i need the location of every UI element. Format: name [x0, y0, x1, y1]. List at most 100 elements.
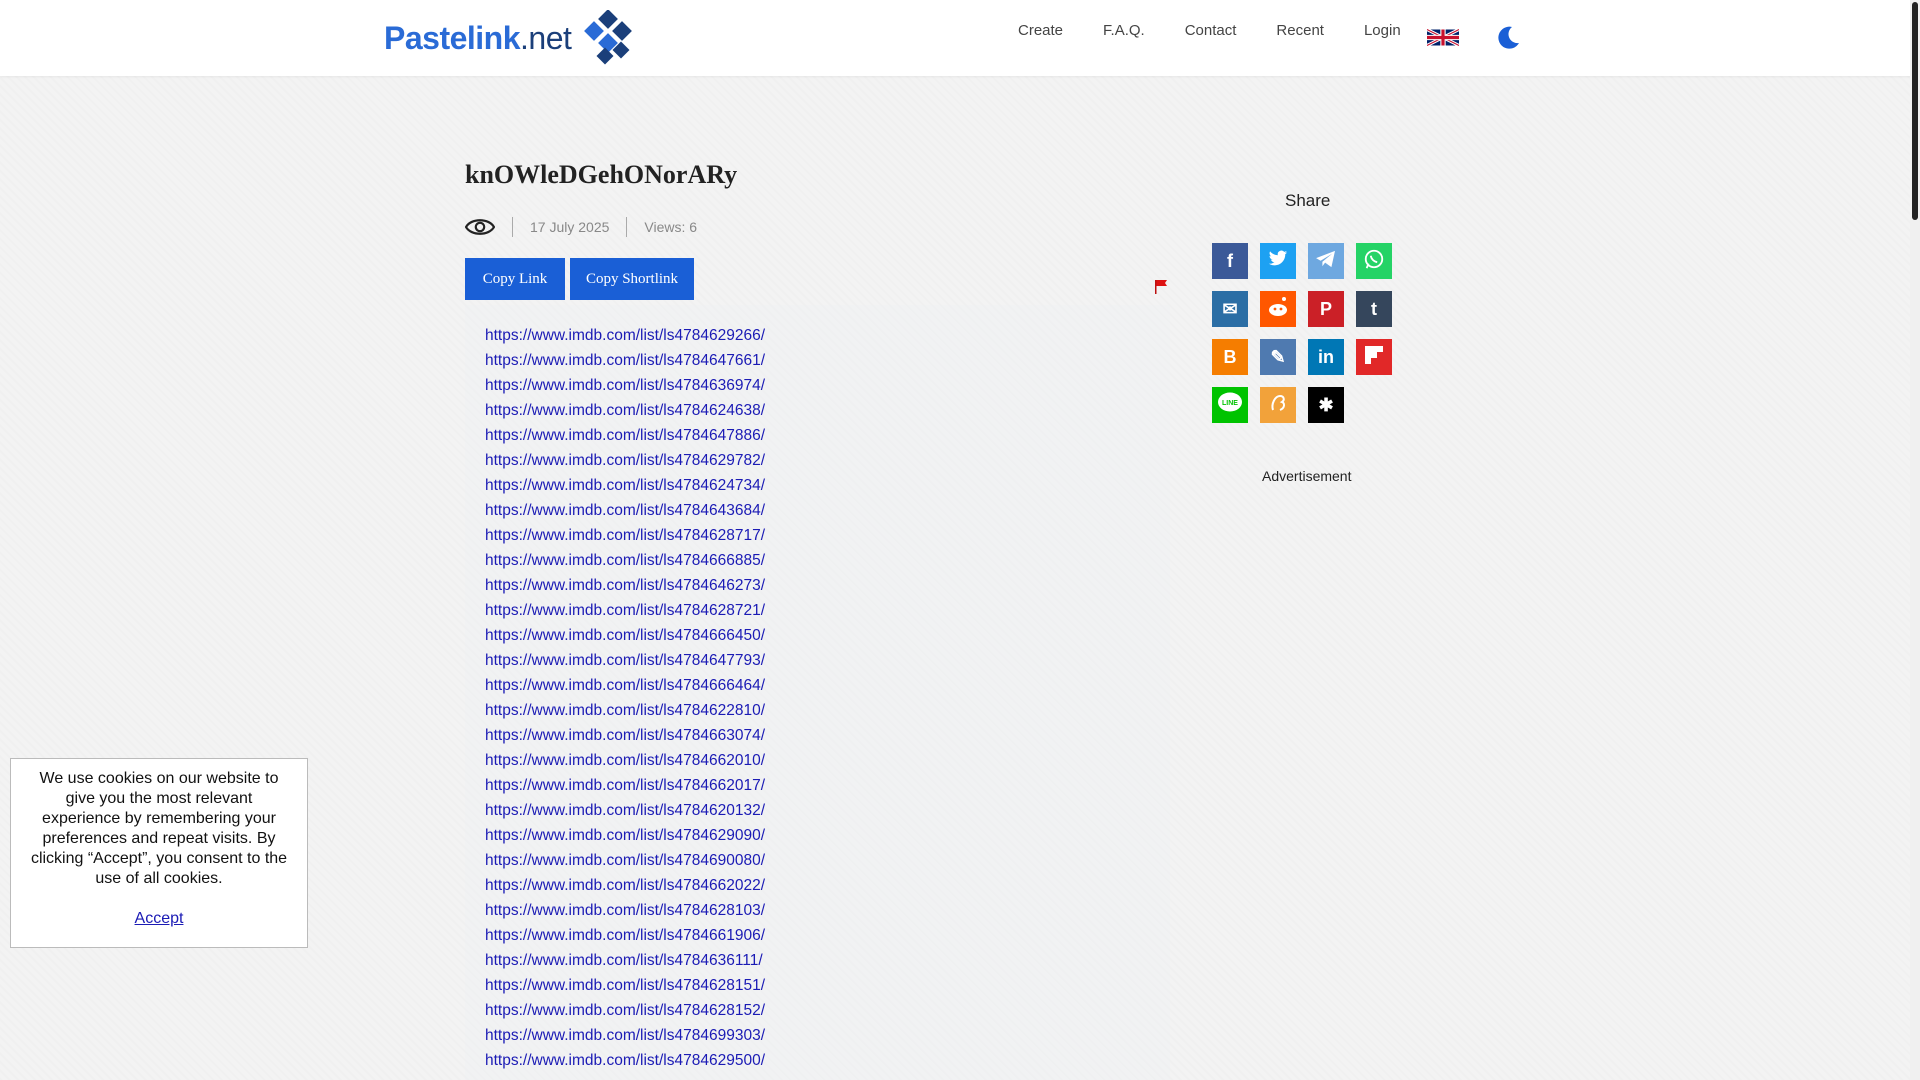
paste-link[interactable]: https://www.imdb.com/list/ls4784647793/	[485, 652, 765, 669]
paste-link[interactable]: https://www.imdb.com/list/ls4784622810/	[485, 702, 765, 719]
paste-link[interactable]: https://www.imdb.com/list/ls4784699303/	[485, 1027, 765, 1044]
list-item: https://www.imdb.com/list/ls4784628717/	[485, 525, 765, 550]
paste-link[interactable]: https://www.imdb.com/list/ls4784690080/	[485, 852, 765, 869]
cookie-text: We use cookies on our website to give yo…	[30, 770, 288, 887]
paste-link[interactable]: https://www.imdb.com/list/ls4784629090/	[485, 827, 765, 844]
paste-link[interactable]: https://www.imdb.com/list/ls4784629266/	[485, 327, 765, 344]
share-whatsapp-button[interactable]	[1356, 243, 1392, 279]
telegram-icon	[1315, 250, 1337, 273]
paste-link[interactable]: https://www.imdb.com/list/ls4784666450/	[485, 627, 765, 644]
paste-link[interactable]: https://www.imdb.com/list/ls4784624734/	[485, 477, 765, 494]
uk-flag-icon[interactable]	[1427, 29, 1459, 46]
paste-link[interactable]: https://www.imdb.com/list/ls4784643684/	[485, 502, 765, 519]
paste-link[interactable]: https://www.imdb.com/list/ls4784636974/	[485, 377, 765, 394]
paste-meta: 17 July 2025 Views: 6	[465, 213, 697, 241]
odnoklassniki-icon	[1267, 392, 1289, 419]
list-item: https://www.imdb.com/list/ls4784636974/	[485, 375, 765, 400]
list-item: https://www.imdb.com/list/ls4784663074/	[485, 725, 765, 750]
share-blogger-button[interactable]: B	[1212, 339, 1248, 375]
paste-link[interactable]: https://www.imdb.com/list/ls4784628152/	[485, 1002, 765, 1019]
paste-date: 17 July 2025	[530, 219, 610, 235]
share-line-button[interactable]: LINE	[1212, 387, 1248, 423]
meta-divider	[512, 217, 513, 237]
site-header: Pastelink.net Create F.A.Q. Contact Rece…	[0, 0, 1920, 76]
list-item: https://www.imdb.com/list/ls4784622810/	[485, 700, 765, 725]
twitter-icon	[1268, 250, 1288, 273]
share-buttons: f ✉ Pt B ✎ in LINE ✱	[1212, 243, 1412, 423]
paste-link[interactable]: https://www.imdb.com/list/ls4784663074/	[485, 727, 765, 744]
list-item: https://www.imdb.com/list/ls4784643684/	[485, 500, 765, 525]
nav-create[interactable]: Create	[1018, 22, 1063, 39]
paste-link[interactable]: https://www.imdb.com/list/ls4784628721/	[485, 602, 765, 619]
blogger-icon: B	[1223, 346, 1237, 367]
share-telegram-button[interactable]	[1308, 243, 1344, 279]
paste-link[interactable]: https://www.imdb.com/list/ls4784647886/	[485, 427, 765, 444]
paste-link[interactable]: https://www.imdb.com/list/ls4784628151/	[485, 977, 765, 994]
share-flipboard-button[interactable]	[1356, 339, 1392, 375]
paste-link[interactable]: https://www.imdb.com/list/ls4784662010/	[485, 752, 765, 769]
list-item: https://www.imdb.com/list/ls4784699303/	[485, 1025, 765, 1050]
share-pinterest-button[interactable]: P	[1308, 291, 1344, 327]
paste-link[interactable]: https://www.imdb.com/list/ls4784624638/	[485, 402, 765, 419]
cookie-banner: We use cookies on our website to give yo…	[10, 758, 308, 948]
list-item: https://www.imdb.com/list/ls4784628151/	[485, 975, 765, 1000]
copy-shortlink-button[interactable]: Copy Shortlink	[570, 258, 694, 300]
moon-icon[interactable]	[1495, 25, 1521, 51]
paste-link[interactable]: https://www.imdb.com/list/ls4784666885/	[485, 552, 765, 569]
flipboard-icon	[1363, 344, 1385, 371]
share-reddit-button[interactable]	[1260, 291, 1296, 327]
paste-link[interactable]: https://www.imdb.com/list/ls4784666464/	[485, 677, 765, 694]
nav-recent[interactable]: Recent	[1276, 22, 1324, 39]
list-item: https://www.imdb.com/list/ls4784661906/	[485, 925, 765, 950]
list-item: https://www.imdb.com/list/ls4784662017/	[485, 775, 765, 800]
list-item: https://www.imdb.com/list/ls4784620132/	[485, 800, 765, 825]
paste-link[interactable]: https://www.imdb.com/list/ls4784646273/	[485, 577, 765, 594]
red-flag-icon[interactable]	[1154, 279, 1168, 295]
list-item: https://www.imdb.com/list/ls4784647793/	[485, 650, 765, 675]
nav-contact[interactable]: Contact	[1185, 22, 1237, 39]
site-logo[interactable]: Pastelink.net	[384, 8, 637, 68]
share-email-button[interactable]: ✉	[1212, 291, 1248, 327]
paste-link[interactable]: https://www.imdb.com/list/ls4784636111/	[485, 952, 763, 969]
meta-divider	[626, 217, 628, 237]
paste-link[interactable]: https://www.imdb.com/list/ls4784620132/	[485, 802, 765, 819]
scrollbar-thumb[interactable]	[1912, 2, 1918, 220]
list-item: https://www.imdb.com/list/ls4784636111/	[485, 950, 765, 975]
list-item: https://www.imdb.com/list/ls4784690080/	[485, 850, 765, 875]
list-item: https://www.imdb.com/list/ls4784628721/	[485, 600, 765, 625]
cookie-accept-link[interactable]: Accept	[135, 909, 184, 929]
share-facebook-button[interactable]: f	[1212, 243, 1248, 279]
list-item: https://www.imdb.com/list/ls4784629090/	[485, 825, 765, 850]
paste-link[interactable]: https://www.imdb.com/list/ls4784662017/	[485, 777, 765, 794]
list-item: https://www.imdb.com/list/ls4784624638/	[485, 400, 765, 425]
nav-faq[interactable]: F.A.Q.	[1103, 22, 1145, 39]
nav-login[interactable]: Login	[1364, 22, 1401, 39]
paste-link[interactable]: https://www.imdb.com/list/ls4784662022/	[485, 877, 765, 894]
whatsapp-icon	[1363, 248, 1385, 275]
paste-link[interactable]: https://www.imdb.com/list/ls4784647661/	[485, 352, 765, 369]
share-twitter-button[interactable]	[1260, 243, 1296, 279]
share-livejournal-button[interactable]: ✎	[1260, 339, 1296, 375]
paste-link[interactable]: https://www.imdb.com/list/ls4784629782/	[485, 452, 765, 469]
list-item: https://www.imdb.com/list/ls4784662022/	[485, 875, 765, 900]
share-linkedin-button[interactable]: in	[1308, 339, 1344, 375]
list-item: https://www.imdb.com/list/ls4784662010/	[485, 750, 765, 775]
paste-link[interactable]: https://www.imdb.com/list/ls4784628717/	[485, 527, 765, 544]
paste-link[interactable]: https://www.imdb.com/list/ls4784629500/	[485, 1052, 765, 1069]
eye-icon	[465, 219, 495, 235]
share-livejournal-star-button[interactable]: ✱	[1308, 387, 1344, 423]
asterisk-icon: ✱	[1318, 394, 1334, 415]
share-ok-button[interactable]	[1260, 387, 1296, 423]
paste-link-list: https://www.imdb.com/list/ls4784629266/h…	[485, 325, 765, 1075]
svg-text:LINE: LINE	[1222, 400, 1238, 407]
line-icon: LINE	[1216, 391, 1244, 420]
copy-link-button[interactable]: Copy Link	[465, 258, 565, 300]
share-tumblr-button[interactable]: t	[1356, 291, 1392, 327]
paste-link[interactable]: https://www.imdb.com/list/ls4784661906/	[485, 927, 765, 944]
logo-text: Pastelink.net	[384, 19, 572, 56]
list-item: https://www.imdb.com/list/ls4784647661/	[485, 350, 765, 375]
linkedin-icon: in	[1318, 346, 1334, 367]
list-item: https://www.imdb.com/list/ls4784629500/	[485, 1050, 765, 1075]
paste-link[interactable]: https://www.imdb.com/list/ls4784628103/	[485, 902, 765, 919]
pinterest-icon: P	[1319, 298, 1332, 319]
